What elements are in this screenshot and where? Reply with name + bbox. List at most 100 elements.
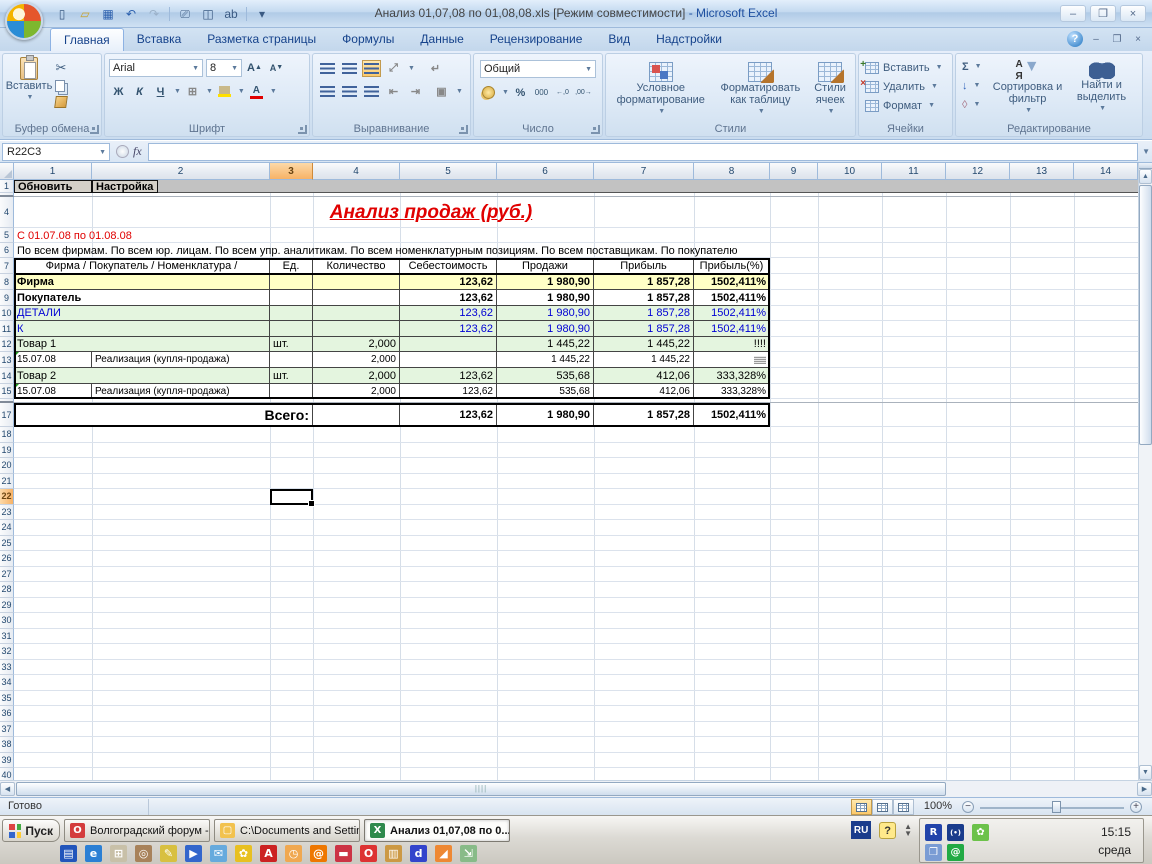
row-header-23[interactable]: 23: [0, 505, 14, 521]
row-header-5[interactable]: 5: [0, 228, 14, 243]
minimize-button[interactable]: –: [1060, 5, 1086, 22]
column-header-10[interactable]: 10: [818, 163, 882, 180]
tray-help-icon[interactable]: ?: [879, 822, 896, 839]
cell[interactable]: По всем фирмам. По всем юр. лицам. По вс…: [14, 243, 770, 258]
download-master-icon[interactable]: d: [410, 845, 427, 862]
row-header-32[interactable]: 32: [0, 644, 14, 660]
formula-input[interactable]: [148, 143, 1138, 161]
alignment-dialog-launcher[interactable]: [459, 125, 468, 134]
decrease-decimal-icon[interactable]: ,00→: [574, 84, 593, 101]
tab-надстройки[interactable]: Надстройки: [643, 28, 735, 51]
row-header-9[interactable]: 9: [0, 290, 14, 306]
align-bottom-icon[interactable]: [362, 60, 381, 77]
align-center-icon[interactable]: [340, 83, 359, 100]
cell-r7c8[interactable]: Прибыль(%): [694, 258, 770, 274]
cell-r13c6[interactable]: 1 445,22: [497, 352, 594, 368]
row-header-33[interactable]: 33: [0, 660, 14, 676]
cell-r15c7[interactable]: 412,06: [594, 384, 694, 399]
cell-r14c5[interactable]: 123,62: [400, 368, 497, 384]
tab-разметка-страницы[interactable]: Разметка страницы: [194, 28, 329, 51]
cell-r8c1[interactable]: Фирма: [14, 274, 270, 290]
notes-icon[interactable]: ✎: [160, 845, 177, 862]
cell-r8c8[interactable]: 1502,411%: [694, 274, 770, 290]
grid-corner[interactable]: [0, 163, 14, 180]
cell-r12c6[interactable]: 1 445,22: [497, 337, 594, 352]
row-header-35[interactable]: 35: [0, 691, 14, 707]
insert-function-icon[interactable]: fx: [133, 144, 142, 159]
zoom-slider-thumb[interactable]: [1052, 801, 1061, 813]
cell-r11c1[interactable]: К: [14, 321, 270, 337]
cell-r7c5[interactable]: Себестоимость: [400, 258, 497, 274]
row-header-36[interactable]: 36: [0, 706, 14, 722]
row-header-29[interactable]: 29: [0, 598, 14, 614]
merge-center-icon[interactable]: ▣: [432, 83, 451, 100]
row-header-11[interactable]: 11: [0, 321, 14, 337]
cell-r15c4[interactable]: 2,000: [313, 384, 400, 399]
restore-button[interactable]: ❐: [1090, 5, 1116, 22]
format-as-table-button[interactable]: Форматировать как таблицу▼: [716, 59, 806, 119]
icq-icon[interactable]: ✿: [235, 845, 252, 862]
shrink-font-button[interactable]: А▼: [267, 59, 286, 76]
cell-r11c6[interactable]: 1 980,90: [497, 321, 594, 337]
row-header-6[interactable]: 6: [0, 243, 14, 258]
tab-главная[interactable]: Главная: [50, 28, 124, 51]
workbook-restore-icon[interactable]: ❐: [1109, 34, 1125, 45]
cell-r13c3[interactable]: [270, 352, 313, 368]
tab-рецензирование[interactable]: Рецензирование: [477, 28, 596, 51]
cell-r7c7[interactable]: Прибыль: [594, 258, 694, 274]
cell-r15c6[interactable]: 535,68: [497, 384, 594, 399]
cell[interactable]: Обновить: [14, 180, 92, 193]
zoom-out-icon[interactable]: −: [962, 801, 974, 813]
cell[interactable]: С 01.07.08 по 01.08.08: [14, 228, 497, 243]
fill-color-button[interactable]: [215, 83, 234, 100]
column-header-1[interactable]: 1: [14, 163, 92, 180]
scheduler-icon[interactable]: ◷: [285, 845, 302, 862]
cell-r8c3[interactable]: [270, 274, 313, 290]
taskbar-button-3[interactable]: XАнализ 01,07,08 по 0...: [364, 819, 510, 842]
cell-r9c6[interactable]: 1 980,90: [497, 290, 594, 306]
borders-button[interactable]: ⊞: [183, 83, 202, 100]
delete-cells-button[interactable]: Удалить▼: [863, 77, 948, 96]
cell-r10c6[interactable]: 1 980,90: [497, 306, 594, 321]
cell-r12c5[interactable]: [400, 337, 497, 352]
selected-cell[interactable]: [270, 489, 313, 505]
column-header-8[interactable]: 8: [694, 163, 770, 180]
row-header-31[interactable]: 31: [0, 629, 14, 645]
cell-r11c4[interactable]: [313, 321, 400, 337]
cell-r13c5[interactable]: [400, 352, 497, 368]
backup-disk-icon[interactable]: ▬: [335, 845, 352, 862]
italic-button[interactable]: К: [130, 83, 149, 100]
fill-button[interactable]: ↓▼: [960, 77, 984, 94]
vertical-scrollbar[interactable]: ▲ ▼: [1138, 163, 1152, 780]
copy-icon[interactable]: [55, 80, 65, 92]
row-header-22[interactable]: 22: [0, 489, 14, 505]
column-header-12[interactable]: 12: [946, 163, 1010, 180]
align-top-icon[interactable]: [318, 60, 337, 77]
row-header-21[interactable]: 21: [0, 474, 14, 490]
row-header-10[interactable]: 10: [0, 306, 14, 321]
row-header-13[interactable]: 13: [0, 352, 14, 368]
wrap-text-icon[interactable]: ↵: [426, 60, 445, 77]
page-break-view-button[interactable]: [893, 799, 914, 815]
increase-decimal-icon[interactable]: ←,0: [553, 84, 572, 101]
font-name-combo[interactable]: Arial▼: [109, 59, 203, 77]
tab-формулы[interactable]: Формулы: [329, 28, 407, 51]
cell-r10c5[interactable]: 123,62: [400, 306, 497, 321]
cell-r12c3[interactable]: шт.: [270, 337, 313, 352]
opera-icon[interactable]: O: [360, 845, 377, 862]
page-layout-view-button[interactable]: [872, 799, 893, 815]
cell-r8c5[interactable]: 123,62: [400, 274, 497, 290]
cell-r13c8[interactable]: [694, 352, 770, 368]
cell-r8c4[interactable]: [313, 274, 400, 290]
row-header-30[interactable]: 30: [0, 613, 14, 629]
cell-r14c7[interactable]: 412,06: [594, 368, 694, 384]
clipboard-dialog-launcher[interactable]: [90, 125, 99, 134]
column-header-9[interactable]: 9: [770, 163, 818, 180]
font-color-button[interactable]: А: [247, 83, 266, 100]
column-header-6[interactable]: 6: [497, 163, 594, 180]
zoom-slider[interactable]: − +: [962, 799, 1142, 815]
tray-expand-icon[interactable]: ▲▼: [904, 823, 912, 837]
scroll-right-icon[interactable]: ▶: [1137, 782, 1152, 796]
row-header-27[interactable]: 27: [0, 567, 14, 583]
find-select-button[interactable]: Найти и выделить▼: [1068, 58, 1136, 118]
